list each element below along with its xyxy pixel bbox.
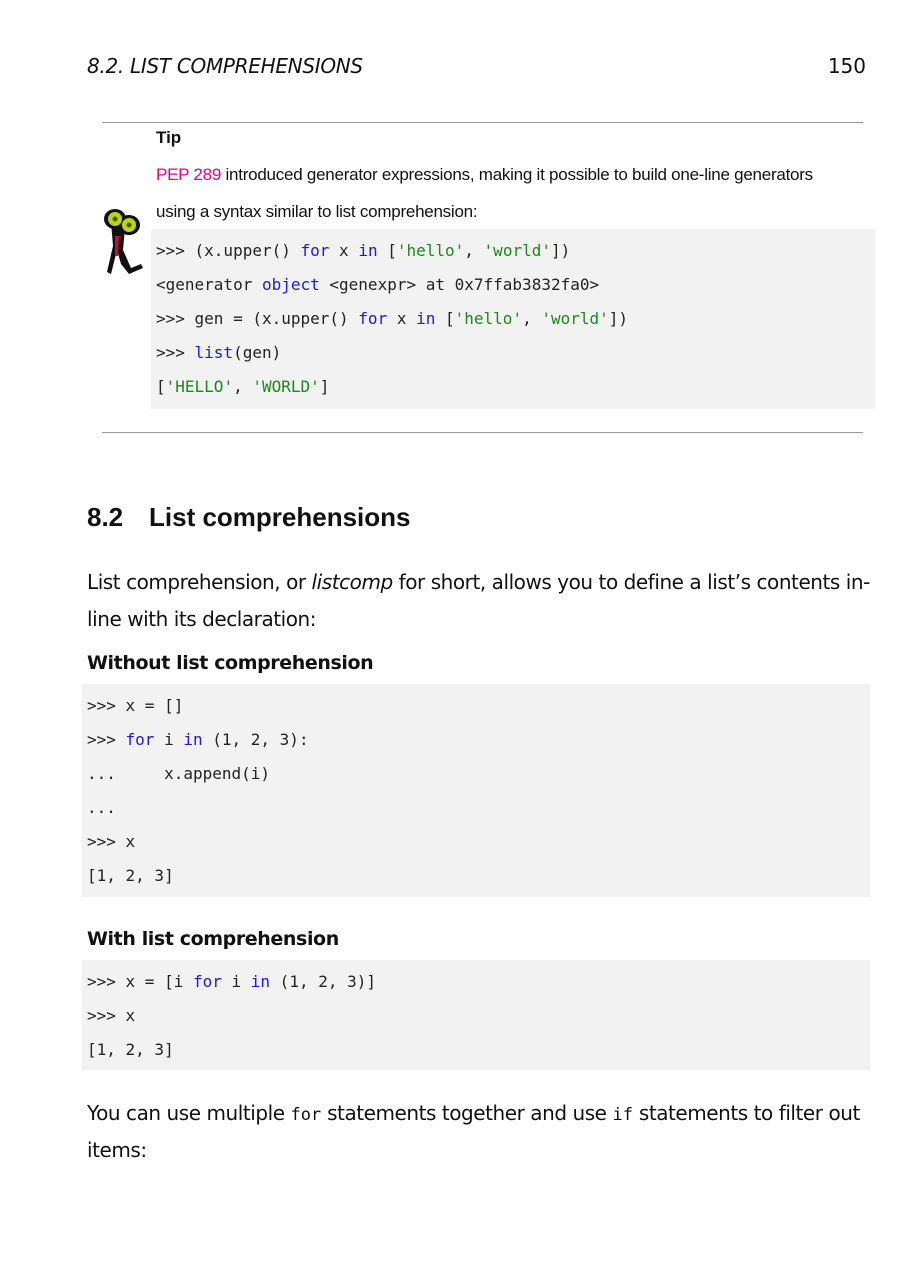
tip-line-1: PEP 289 introduced generator expressions… bbox=[156, 165, 813, 185]
tip-line-1-text: introduced generator expressions, making… bbox=[221, 165, 814, 184]
inline-code-for: for bbox=[290, 1105, 322, 1125]
code-line: <generator object <genexpr> at 0x7ffab38… bbox=[156, 275, 600, 294]
code-line: [1, 2, 3] bbox=[87, 866, 174, 885]
code-line: [1, 2, 3] bbox=[87, 1040, 174, 1059]
code-line: >>> list(gen) bbox=[156, 343, 282, 362]
with-heading: With list comprehension bbox=[87, 928, 339, 950]
tip-bottom-rule bbox=[102, 432, 863, 433]
pep-289-link[interactable]: PEP 289 bbox=[156, 165, 221, 184]
tip-top-rule bbox=[102, 122, 863, 123]
inline-code-if: if bbox=[612, 1105, 633, 1125]
tip-mascot-icon bbox=[104, 209, 143, 274]
code-line: ... bbox=[87, 798, 116, 817]
intro-line-1: List comprehension, or listcomp for shor… bbox=[87, 570, 870, 594]
tip-title: Tip bbox=[156, 128, 182, 147]
section-number: 8.2 bbox=[87, 502, 124, 532]
code-line: >>> for i in (1, 2, 3): bbox=[87, 730, 309, 749]
intro-line-2: line with its declaration: bbox=[87, 607, 317, 631]
code-line: >>> x bbox=[87, 832, 136, 851]
header-section-title: 8.2. LIST COMPREHENSIONS bbox=[87, 54, 363, 78]
without-code-block: >>> x = [] >>> for i in (1, 2, 3): ... x… bbox=[82, 684, 870, 897]
section-heading: 8.2 List comprehensions bbox=[87, 502, 411, 533]
code-line: ['HELLO', 'WORLD'] bbox=[156, 377, 330, 396]
section-title: List comprehensions bbox=[149, 502, 411, 532]
without-heading: Without list comprehension bbox=[87, 652, 374, 674]
tip-code-block: >>> (x.upper() for x in ['hello', 'world… bbox=[151, 229, 875, 409]
with-code-block: >>> x = [i for i in (1, 2, 3)] >>> x [1,… bbox=[82, 960, 870, 1070]
outro-line-2: items: bbox=[87, 1138, 147, 1162]
code-line: >>> (x.upper() for x in ['hello', 'world… bbox=[156, 241, 571, 260]
outro-line-1: You can use multiple for statements toge… bbox=[87, 1101, 860, 1125]
running-header: 8.2. LIST COMPREHENSIONS 150 bbox=[87, 54, 866, 82]
code-line: >>> x = [i for i in (1, 2, 3)] bbox=[87, 972, 377, 991]
page-number: 150 bbox=[827, 54, 866, 78]
code-line: ... x.append(i) bbox=[87, 764, 271, 783]
code-line: >>> x bbox=[87, 1006, 136, 1025]
tip-line-2: using a syntax similar to list comprehen… bbox=[156, 202, 478, 221]
code-line: >>> x = [] bbox=[87, 696, 184, 715]
code-line: >>> gen = (x.upper() for x in ['hello', … bbox=[156, 309, 629, 328]
listcomp-emphasis: listcomp bbox=[311, 570, 394, 594]
